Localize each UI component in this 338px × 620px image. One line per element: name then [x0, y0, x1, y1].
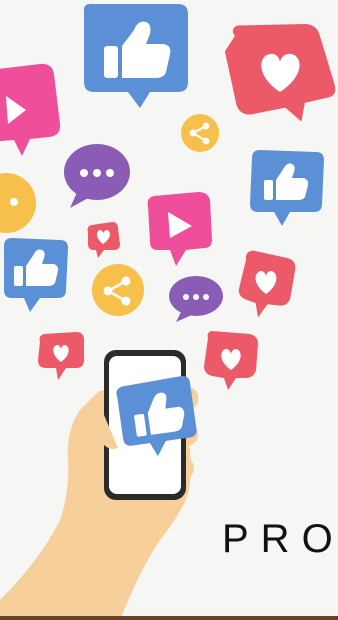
heart-icon	[238, 250, 296, 318]
heart-icon	[224, 23, 336, 122]
thumbs-up-icon	[84, 4, 188, 108]
heart-icon	[38, 332, 84, 380]
bottom-edge-bar	[0, 616, 338, 620]
share-icon	[181, 114, 219, 152]
splash-screen: PRO	[0, 0, 338, 620]
thumbs-up-icon	[250, 150, 324, 226]
play-icon	[147, 192, 212, 266]
heart-icon	[204, 331, 258, 390]
chat-dots-icon	[169, 276, 223, 322]
share-icon	[92, 264, 144, 316]
pro-title: PRO	[222, 517, 338, 561]
play-icon	[0, 63, 61, 156]
share-icon	[0, 173, 36, 233]
chat-dots-icon	[64, 144, 130, 208]
thumbs-up-icon	[4, 238, 68, 312]
heart-icon	[87, 222, 120, 258]
